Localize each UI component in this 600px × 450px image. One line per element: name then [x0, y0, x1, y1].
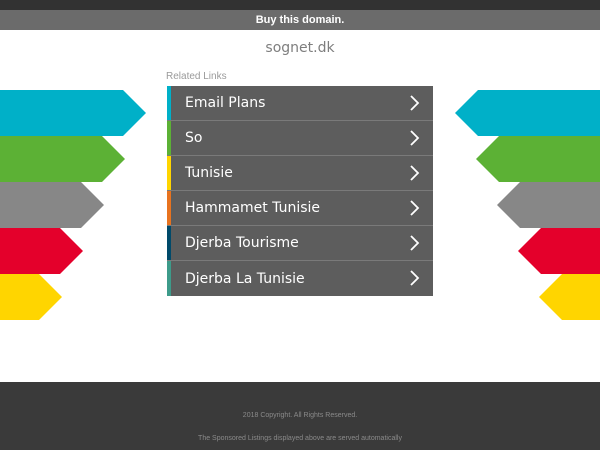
related-link-tunisie[interactable]: Tunisie — [167, 156, 433, 191]
top-bar — [0, 0, 600, 10]
domain-name: sognet.dk — [265, 40, 335, 56]
link-accent-stripe — [167, 86, 171, 120]
chevron-right-icon — [410, 95, 420, 111]
link-accent-stripe — [167, 226, 171, 260]
footer: 2018 Copyright. All Rights Reserved. The… — [0, 382, 600, 450]
related-link-label: Djerba La Tunisie — [185, 270, 305, 287]
related-link-djerba-tourisme[interactable]: Djerba Tourisme — [167, 226, 433, 261]
related-link-label: Tunisie — [185, 165, 233, 181]
right-arrow-green-decor — [476, 136, 600, 182]
chevron-right-icon — [410, 270, 420, 286]
left-arrow-gray-decor — [0, 182, 104, 228]
right-arrow-red-decor — [518, 228, 600, 274]
chevron-right-icon — [410, 165, 420, 181]
footer-copyright: 2018 Copyright. All Rights Reserved. — [242, 412, 358, 419]
related-link-hammamet-tunisie[interactable]: Hammamet Tunisie — [167, 191, 433, 226]
related-links-title: Related Links — [166, 71, 227, 82]
link-accent-stripe — [167, 261, 171, 296]
related-link-label: Hammamet Tunisie — [185, 200, 321, 216]
right-arrow-gray-decor — [497, 182, 600, 228]
related-link-so[interactable]: So — [167, 121, 433, 156]
related-link-djerba-la-tunisie[interactable]: Djerba La Tunisie — [167, 261, 433, 296]
left-arrow-green-decor — [0, 136, 125, 182]
chevron-right-icon — [410, 130, 420, 146]
related-link-label: Djerba Tourisme — [185, 235, 299, 251]
left-arrow-teal-decor — [0, 90, 146, 136]
left-arrow-red-decor — [0, 228, 83, 274]
link-accent-stripe — [167, 156, 171, 190]
left-arrow-yellow-decor — [0, 274, 62, 320]
buy-domain-button[interactable]: Buy this domain. — [0, 10, 600, 30]
link-accent-stripe — [167, 121, 171, 155]
right-arrow-yellow-decor — [539, 274, 600, 320]
link-accent-stripe — [167, 191, 171, 225]
footer-disclaimer: The Sponsored Listings displayed above a… — [198, 435, 402, 442]
chevron-right-icon — [410, 200, 420, 216]
related-link-label: So — [185, 130, 203, 146]
related-link-email-plans[interactable]: Email Plans — [167, 86, 433, 121]
chevron-right-icon — [410, 235, 420, 251]
related-link-label: Email Plans — [185, 95, 266, 111]
related-links-list: Email Plans So Tunisie Hammamet Tunisie … — [167, 86, 433, 297]
right-arrow-teal-decor — [455, 90, 600, 136]
